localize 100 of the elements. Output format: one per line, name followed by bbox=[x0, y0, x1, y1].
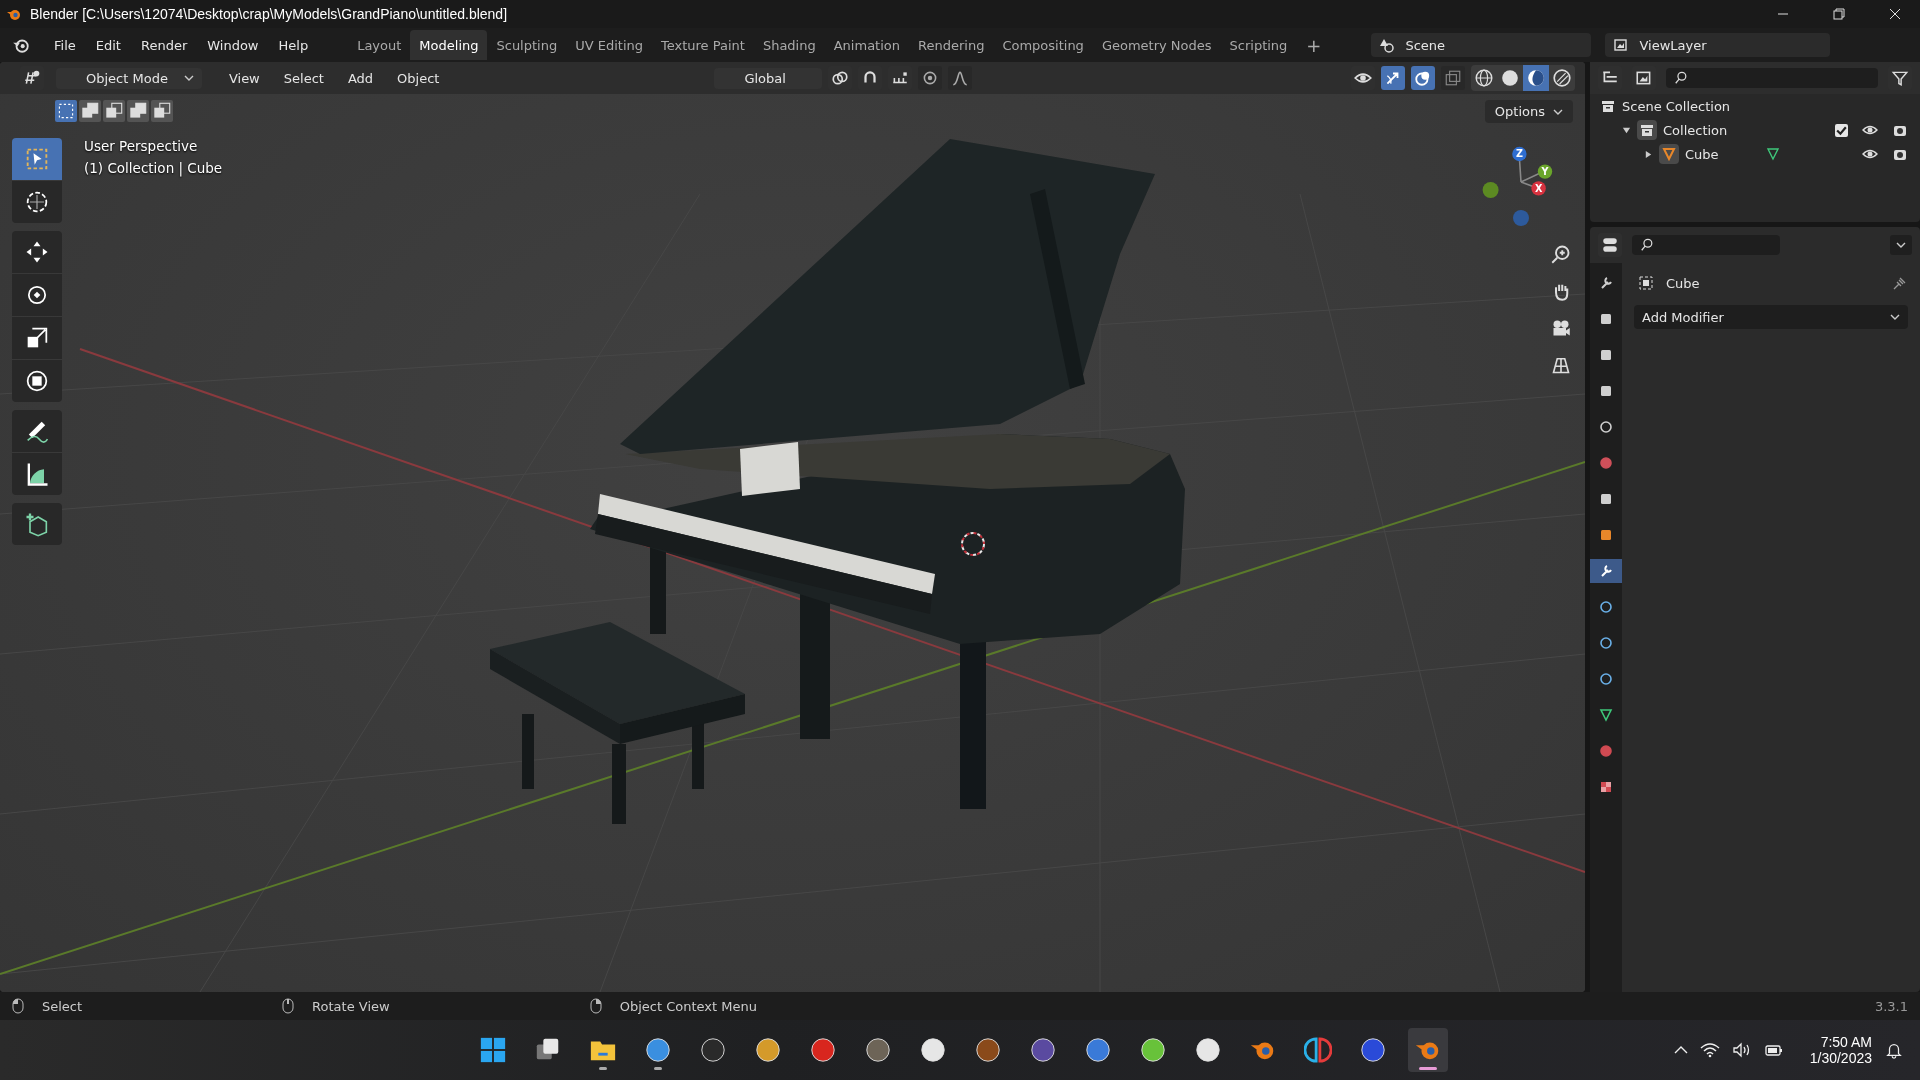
options-dropdown[interactable]: Options bbox=[1484, 100, 1573, 123]
select-mode-icon[interactable] bbox=[151, 100, 173, 122]
gizmo-toggle-icon[interactable] bbox=[1381, 66, 1405, 90]
tool-button[interactable] bbox=[12, 231, 62, 273]
workspace-tab[interactable]: Sculpting bbox=[487, 30, 567, 60]
workspace-tab[interactable]: Texture Paint bbox=[652, 30, 754, 60]
menu-item[interactable]: Edit bbox=[85, 37, 131, 53]
menu-item[interactable]: Select bbox=[274, 70, 333, 86]
app-icon bbox=[1194, 1036, 1222, 1064]
sphere-icon bbox=[1598, 743, 1614, 759]
select-mode-icon[interactable] bbox=[79, 100, 101, 122]
workspace-tab[interactable]: Animation bbox=[824, 30, 909, 60]
workspace-tab[interactable]: Modeling bbox=[410, 30, 488, 60]
chevron-up-icon[interactable] bbox=[1673, 1046, 1688, 1054]
menu-item[interactable]: Help bbox=[268, 37, 319, 53]
app-icon bbox=[699, 1036, 727, 1064]
mesh-data-icon bbox=[1764, 146, 1781, 162]
workspace-tab[interactable]: Compositing bbox=[993, 30, 1093, 60]
app-icon bbox=[864, 1036, 892, 1064]
object-square-icon bbox=[1638, 275, 1654, 291]
app-icon bbox=[974, 1036, 1002, 1064]
workspace-tab[interactable]: Layout bbox=[348, 30, 411, 60]
pin-icon[interactable] bbox=[1892, 275, 1908, 291]
app-icon bbox=[919, 1036, 947, 1064]
wifi-icon[interactable] bbox=[1699, 1041, 1720, 1059]
app-icon bbox=[1029, 1036, 1057, 1064]
outliner-item[interactable]: Collection bbox=[1663, 122, 1728, 138]
workspace-tab[interactable]: Scripting bbox=[1220, 30, 1297, 60]
app-icon bbox=[1084, 1036, 1112, 1064]
square-icon bbox=[1598, 527, 1614, 543]
workspace-tab[interactable]: Rendering bbox=[909, 30, 994, 60]
running-indicator bbox=[654, 1067, 662, 1070]
properties-tab[interactable] bbox=[1590, 559, 1622, 583]
viewport-info-text: (1) Collection | Cube bbox=[84, 160, 223, 176]
select-mode-icon[interactable] bbox=[55, 100, 77, 122]
viewport-info-text: User Perspective bbox=[84, 138, 199, 154]
xray-icon[interactable] bbox=[1441, 66, 1465, 90]
outliner-item[interactable]: Scene Collection bbox=[1622, 98, 1731, 114]
bell-icon[interactable] bbox=[1884, 1041, 1904, 1059]
menu-item[interactable]: View bbox=[219, 70, 269, 86]
checkbox[interactable] bbox=[1835, 123, 1848, 137]
app-icon bbox=[1359, 1036, 1387, 1064]
tool-button[interactable] bbox=[12, 360, 62, 402]
search-field[interactable] bbox=[1666, 68, 1878, 88]
caret-icon bbox=[1553, 108, 1563, 115]
disclosure-triangle-icon[interactable] bbox=[1622, 125, 1631, 135]
add-workspace-button[interactable]: + bbox=[1296, 30, 1332, 60]
mesh-object-icon bbox=[1659, 144, 1679, 164]
menu-item[interactable]: Window bbox=[197, 37, 269, 53]
mouse-icon bbox=[282, 998, 295, 1014]
tool-button[interactable] bbox=[12, 453, 62, 495]
window-title: Blender [C:\Users\12074\Desktop\crap\MyModels\GrandPiano\untitled.blend] bbox=[30, 6, 508, 22]
status-hint: Select bbox=[42, 998, 83, 1014]
mouse-icon bbox=[589, 998, 602, 1014]
workspace-tab[interactable]: Shading bbox=[753, 30, 825, 60]
mouse-icon bbox=[12, 998, 24, 1014]
tool-button[interactable] bbox=[12, 503, 62, 545]
app-icon bbox=[644, 1036, 672, 1064]
speaker-icon[interactable] bbox=[1731, 1041, 1752, 1059]
disclosure-triangle-icon[interactable] bbox=[1644, 149, 1653, 159]
editor-type-icon[interactable] bbox=[1598, 233, 1622, 257]
restore-icon[interactable] bbox=[1832, 7, 1846, 21]
select-mode-icon[interactable] bbox=[127, 100, 149, 122]
tool-button[interactable] bbox=[12, 181, 62, 223]
caret-icon bbox=[183, 75, 194, 81]
proportional-icon[interactable] bbox=[918, 66, 943, 90]
status-hint: Object Context Menu bbox=[619, 998, 757, 1014]
overlay-toggle-icon[interactable] bbox=[1411, 66, 1435, 90]
caret-icon[interactable] bbox=[1890, 235, 1912, 255]
app-icon bbox=[754, 1036, 782, 1064]
workspace-tab[interactable]: Geometry Nodes bbox=[1092, 30, 1221, 60]
clock-date[interactable]: 1/30/2023 bbox=[1809, 1050, 1872, 1066]
workspace-tab[interactable]: UV Editing bbox=[566, 30, 652, 60]
tool-button[interactable] bbox=[12, 317, 62, 359]
taskbar-app[interactable] bbox=[1408, 1028, 1448, 1072]
scene-selector[interactable]: Scene bbox=[1371, 33, 1592, 57]
falloff-curve-icon[interactable] bbox=[948, 66, 973, 90]
tool-button[interactable] bbox=[12, 410, 62, 452]
clock-time[interactable]: 7:50 AM bbox=[1820, 1034, 1872, 1050]
camera-icon[interactable] bbox=[1551, 318, 1571, 338]
menu-item[interactable]: Render bbox=[130, 37, 198, 53]
tool-button[interactable] bbox=[12, 274, 62, 316]
status-hint: Rotate View bbox=[312, 998, 390, 1014]
menu-item[interactable]: File bbox=[44, 37, 86, 53]
mode-dropdown[interactable]: Object Mode bbox=[56, 67, 202, 89]
view-layer-selector[interactable]: ViewLayer bbox=[1605, 33, 1831, 57]
menu-item[interactable]: Object bbox=[388, 70, 449, 86]
add-modifier-dropdown[interactable]: Add Modifier bbox=[1634, 305, 1908, 329]
select-mode-icon[interactable] bbox=[103, 100, 125, 122]
grid-icon[interactable] bbox=[1551, 355, 1571, 375]
search-field[interactable] bbox=[1632, 235, 1780, 255]
orientation-dropdown[interactable]: Global bbox=[714, 67, 823, 89]
3d-cursor-icon bbox=[961, 532, 985, 556]
search-icon bbox=[1640, 238, 1654, 252]
axis-gizmo-drawing[interactable]: Z Y X bbox=[1481, 136, 1561, 236]
zoom-icon[interactable] bbox=[1551, 244, 1571, 264]
menu-item[interactable]: Add bbox=[338, 70, 383, 86]
close-icon[interactable] bbox=[1888, 7, 1902, 21]
outliner-item[interactable]: Cube bbox=[1685, 146, 1719, 162]
app-icon bbox=[809, 1036, 837, 1064]
